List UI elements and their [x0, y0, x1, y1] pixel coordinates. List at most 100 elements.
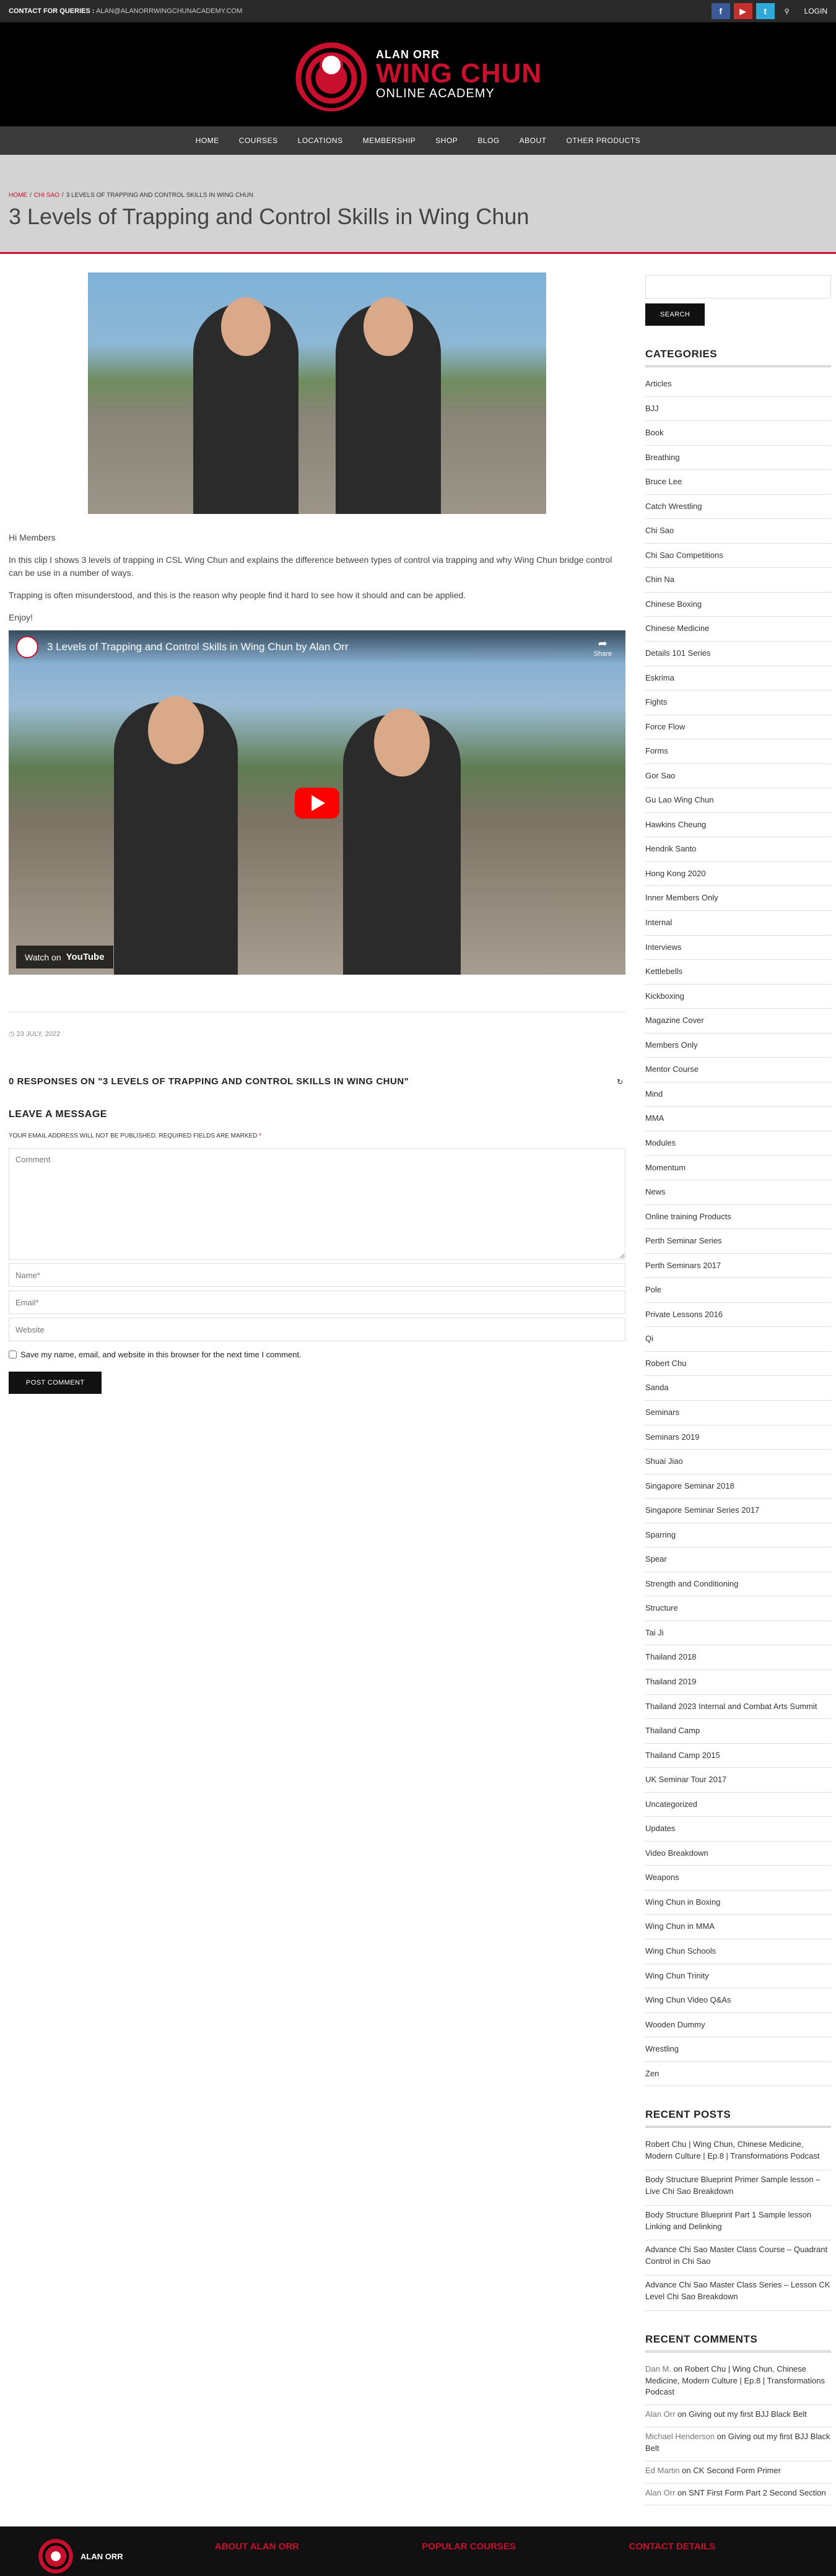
twitter-icon[interactable]: t — [755, 3, 775, 19]
category-item[interactable]: Seminars 2019 — [645, 1425, 831, 1450]
category-item[interactable]: Tai Ji — [645, 1621, 831, 1646]
category-item[interactable]: Chinese Medicine — [645, 617, 831, 642]
category-item[interactable]: UK Seminar Tour 2017 — [645, 1768, 831, 1793]
name-field[interactable] — [9, 1263, 625, 1287]
category-item[interactable]: Spear — [645, 1547, 831, 1572]
category-item[interactable]: Qi — [645, 1327, 831, 1352]
category-item[interactable]: Updates — [645, 1817, 831, 1842]
category-item[interactable]: Kickboxing — [645, 985, 831, 1009]
category-item[interactable]: Force Flow — [645, 715, 831, 740]
category-item[interactable]: Interviews — [645, 936, 831, 960]
youtube-video-embed[interactable]: 3 Levels of Trapping and Control Skills … — [9, 630, 625, 975]
footer-logo[interactable]: ALAN ORR — [37, 2538, 215, 2575]
comment-post-link[interactable]: Robert Chu | Wing Chun, Chinese Medicine… — [645, 2364, 825, 2397]
category-item[interactable]: Wing Chun in Boxing — [645, 1891, 831, 1915]
nav-membership[interactable]: MEMBERSHIP — [363, 136, 416, 145]
play-button[interactable] — [295, 788, 339, 819]
contact-email-link[interactable]: ALAN@ALANORRWINGCHUNACADEMY.COM — [96, 7, 242, 15]
category-item[interactable]: Shuai Jiao — [645, 1450, 831, 1474]
category-item[interactable]: BJJ — [645, 397, 831, 422]
video-title[interactable]: 3 Levels of Trapping and Control Skills … — [47, 641, 349, 653]
category-item[interactable]: Wing Chun Schools — [645, 1939, 831, 1964]
category-item[interactable]: Robert Chu — [645, 1352, 831, 1377]
category-item[interactable]: Private Lessons 2016 — [645, 1303, 831, 1328]
category-item[interactable]: Singapore Seminar Series 2017 — [645, 1499, 831, 1523]
comment-post-link[interactable]: Giving out my first BJJ Black Belt — [689, 2409, 807, 2419]
facebook-icon[interactable]: f — [711, 3, 730, 19]
category-item[interactable]: Chi Sao Competitions — [645, 544, 831, 568]
site-logo[interactable]: ALAN ORR WING CHUN ONLINE ACADEMY — [294, 37, 542, 111]
category-item[interactable]: Book — [645, 421, 831, 446]
category-item[interactable]: Perth Seminar Series — [645, 1229, 831, 1254]
category-item[interactable]: Magazine Cover — [645, 1009, 831, 1033]
nav-other-products[interactable]: OTHER PRODUCTS — [567, 136, 641, 145]
category-item[interactable]: Bruce Lee — [645, 470, 831, 495]
category-item[interactable]: Wrestling — [645, 2037, 831, 2062]
category-item[interactable]: Uncategorized — [645, 1793, 831, 1817]
share-button[interactable]: ➦ Share — [594, 638, 612, 658]
category-item[interactable]: Modules — [645, 1131, 831, 1156]
nav-home[interactable]: HOME — [196, 136, 219, 145]
category-item[interactable]: Wing Chun Video Q&As — [645, 1988, 831, 2013]
category-item[interactable]: Thailand Camp — [645, 1719, 831, 1744]
category-item[interactable]: Hendrik Santo — [645, 837, 831, 862]
category-item[interactable]: Fights — [645, 690, 831, 715]
rss-icon[interactable]: ↻ — [617, 1077, 625, 1086]
comment-post-link[interactable]: CK Second Form Primer — [693, 2466, 781, 2475]
email-field[interactable] — [9, 1290, 625, 1315]
recent-post-item[interactable]: Advance Chi Sao Master Class Series – Le… — [645, 2276, 831, 2311]
category-item[interactable]: Seminars — [645, 1401, 831, 1425]
category-item[interactable]: Eskrima — [645, 666, 831, 691]
category-item[interactable]: Thailand Camp 2015 — [645, 1744, 831, 1769]
login-link[interactable]: LOGIN — [804, 7, 827, 15]
search-icon[interactable]: ⚲ — [778, 7, 796, 15]
category-item[interactable]: Online training Products — [645, 1205, 831, 1230]
category-item[interactable]: News — [645, 1180, 831, 1205]
breadcrumb-home[interactable]: HOME — [9, 192, 27, 199]
category-item[interactable]: Wing Chun Trinity — [645, 1964, 831, 1989]
category-item[interactable]: Mind — [645, 1082, 831, 1107]
category-item[interactable]: Hong Kong 2020 — [645, 862, 831, 887]
category-item[interactable]: Chinese Boxing — [645, 593, 831, 617]
category-item[interactable]: Momentum — [645, 1156, 831, 1181]
sidebar-search-button[interactable]: SEARCH — [645, 303, 705, 326]
category-item[interactable]: Pole — [645, 1278, 831, 1303]
category-item[interactable]: Thailand 2023 Internal and Combat Arts S… — [645, 1695, 831, 1720]
category-item[interactable]: Articles — [645, 372, 831, 397]
nav-blog[interactable]: BLOG — [477, 136, 499, 145]
watch-on-youtube-button[interactable]: Watch on YouTube — [16, 946, 113, 969]
category-item[interactable]: Internal — [645, 911, 831, 936]
comment-field[interactable] — [9, 1148, 625, 1260]
category-item[interactable]: Wing Chun in MMA — [645, 1915, 831, 1939]
nav-about[interactable]: ABOUT — [520, 136, 547, 145]
category-item[interactable]: Singapore Seminar 2018 — [645, 1474, 831, 1499]
recent-post-item[interactable]: Advance Chi Sao Master Class Course – Qu… — [645, 2240, 831, 2276]
nav-shop[interactable]: SHOP — [435, 136, 458, 145]
nav-courses[interactable]: COURSES — [239, 136, 278, 145]
recent-post-item[interactable]: Body Structure Blueprint Primer Sample l… — [645, 2170, 831, 2206]
channel-avatar[interactable] — [16, 636, 38, 659]
category-item[interactable]: Thailand 2019 — [645, 1670, 831, 1695]
nav-locations[interactable]: LOCATIONS — [298, 136, 343, 145]
category-item[interactable]: Gu Lao Wing Chun — [645, 788, 831, 813]
category-item[interactable]: Thailand 2018 — [645, 1645, 831, 1670]
category-item[interactable]: Hawkins Cheung — [645, 813, 831, 838]
category-item[interactable]: Structure — [645, 1596, 831, 1621]
category-item[interactable]: MMA — [645, 1107, 831, 1131]
recent-post-item[interactable]: Body Structure Blueprint Part 1 Sample l… — [645, 2206, 831, 2241]
category-item[interactable]: Details 101 Series — [645, 642, 831, 666]
category-item[interactable]: Chin Na — [645, 568, 831, 593]
category-item[interactable]: Breathing — [645, 446, 831, 471]
category-item[interactable]: Mentor Course — [645, 1058, 831, 1082]
category-item[interactable]: Video Breakdown — [645, 1842, 831, 1866]
recent-post-item[interactable]: Robert Chu | Wing Chun, Chinese Medicine… — [645, 2135, 831, 2170]
category-item[interactable]: Catch Wrestling — [645, 495, 831, 520]
breadcrumb-category[interactable]: CHI SAO — [34, 192, 59, 199]
category-item[interactable]: Sanda — [645, 1376, 831, 1401]
category-item[interactable]: Wooden Dummy — [645, 2013, 831, 2038]
category-item[interactable]: Kettlebells — [645, 960, 831, 985]
category-item[interactable]: Gor Sao — [645, 764, 831, 789]
website-field[interactable] — [9, 1318, 625, 1342]
sidebar-search-input[interactable] — [645, 275, 831, 298]
comment-post-link[interactable]: SNT First Form Part 2 Second Section — [689, 2488, 826, 2497]
